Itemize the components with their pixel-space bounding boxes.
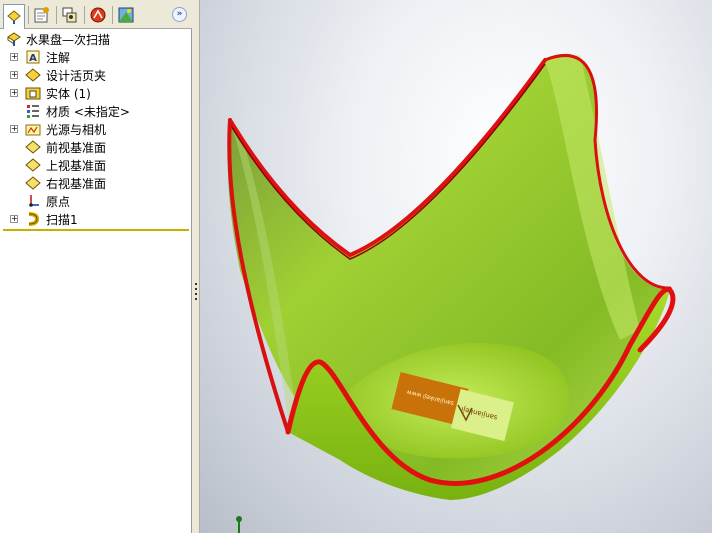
dimxpert-tab[interactable] bbox=[87, 4, 109, 26]
tree-item-front-plane[interactable]: 前视基准面 bbox=[0, 138, 188, 156]
solid-bodies-icon bbox=[25, 87, 41, 100]
design-binder-icon bbox=[25, 68, 41, 82]
tree-item-label: 前视基准面 bbox=[46, 141, 107, 155]
plane-icon bbox=[25, 158, 41, 172]
expand-toggle[interactable]: + bbox=[10, 53, 18, 61]
tree-item-sweep1[interactable]: + 扫描1 bbox=[0, 210, 188, 228]
tree-item-label: 实体 (1) bbox=[46, 87, 91, 101]
propertymanager-tab[interactable] bbox=[31, 4, 53, 26]
configuration-icon bbox=[62, 7, 77, 23]
expand-toggle[interactable]: + bbox=[10, 215, 18, 223]
expand-panel-button[interactable]: » bbox=[172, 7, 187, 22]
tree-item-label: 上视基准面 bbox=[46, 159, 107, 173]
tree-item-annotations[interactable]: + A 注解 bbox=[0, 48, 188, 66]
expand-toggle[interactable]: + bbox=[10, 125, 18, 133]
tree-item-label: 原点 bbox=[46, 195, 71, 209]
lights-cameras-icon bbox=[25, 124, 41, 136]
rollback-bar[interactable] bbox=[3, 229, 189, 231]
tree-item-label: 光源与相机 bbox=[46, 123, 107, 137]
tree-item-right-plane[interactable]: 右视基准面 bbox=[0, 174, 188, 192]
graphics-area[interactable]: sanjiankeji www sanjiankeji bbox=[200, 0, 712, 533]
manager-tab-bar: » bbox=[0, 0, 192, 29]
tree-item-lights-cameras[interactable]: + 光源与相机 bbox=[0, 120, 188, 138]
dimxpert-icon bbox=[90, 7, 106, 23]
tree-item-label: 右视基准面 bbox=[46, 177, 107, 191]
configurationmanager-tab[interactable] bbox=[59, 4, 81, 26]
sweep-icon bbox=[28, 212, 40, 226]
tree-item-label: 材质 <未指定> bbox=[46, 105, 130, 119]
featuremanager-tab[interactable] bbox=[3, 4, 25, 29]
fruit-bowl-model[interactable]: sanjiankeji www sanjiankeji bbox=[200, 0, 712, 533]
tree-item-solid-bodies[interactable]: + 实体 (1) bbox=[0, 84, 188, 102]
tree-item-origin[interactable]: 原点 bbox=[0, 192, 188, 210]
display-manager-tab[interactable] bbox=[115, 4, 137, 26]
display-manager-icon bbox=[118, 7, 134, 23]
material-icon bbox=[27, 105, 39, 118]
expand-toggle[interactable]: + bbox=[10, 89, 18, 97]
origin-icon bbox=[29, 195, 39, 207]
tree-item-top-plane[interactable]: 上视基准面 bbox=[0, 156, 188, 174]
annotations-icon: A bbox=[26, 50, 40, 64]
feature-manager-panel: » 水果盘—次扫描 + A 注解 + 设计活页夹 + 实体 (1) 材质 <未指… bbox=[0, 0, 192, 533]
plane-icon bbox=[25, 140, 41, 154]
propertymanager-icon bbox=[34, 7, 49, 23]
tree-item-label: 注解 bbox=[46, 51, 71, 65]
svg-text:A: A bbox=[29, 53, 37, 64]
tree-item-material[interactable]: 材质 <未指定> bbox=[0, 102, 188, 120]
tree-root-part[interactable]: 水果盘—次扫描 bbox=[0, 30, 188, 48]
plane-icon bbox=[25, 176, 41, 190]
featuremanager-icon bbox=[7, 10, 21, 24]
part-icon bbox=[7, 32, 21, 46]
panel-splitter[interactable] bbox=[192, 0, 200, 533]
expand-toggle[interactable]: + bbox=[10, 71, 18, 79]
tree-item-design-binder[interactable]: + 设计活页夹 bbox=[0, 66, 188, 84]
tree-item-label: 设计活页夹 bbox=[46, 69, 107, 83]
tree-item-label: 扫描1 bbox=[46, 213, 78, 227]
axis-origin-icon bbox=[236, 516, 242, 533]
part-name-label: 水果盘—次扫描 bbox=[26, 33, 111, 47]
